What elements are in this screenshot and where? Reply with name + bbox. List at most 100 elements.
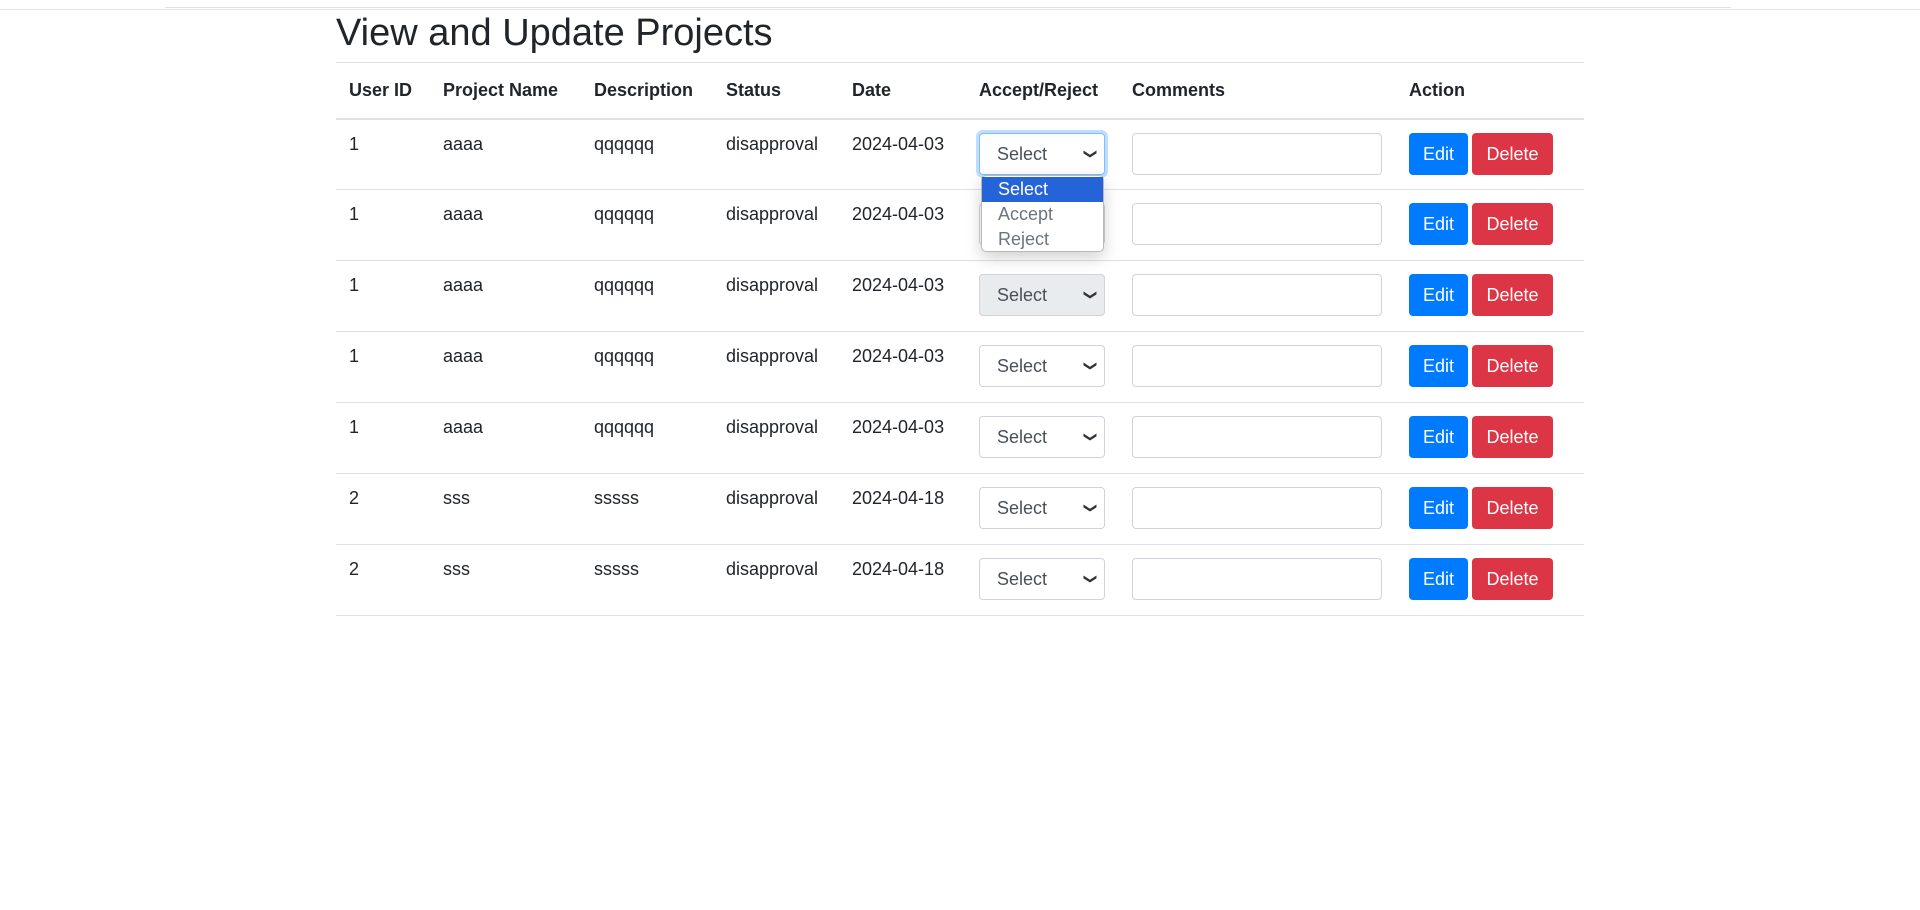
header-comments: Comments — [1119, 62, 1396, 120]
table-row: 2 sss sssss disapproval 2024-04-18 Selec… — [336, 544, 1584, 616]
comment-input[interactable] — [1132, 203, 1382, 245]
delete-button[interactable]: Delete — [1472, 345, 1553, 387]
cell-status: disapproval — [713, 402, 839, 474]
cell-accept-reject: Select ❯ — [966, 260, 1119, 332]
delete-button[interactable]: Delete — [1472, 274, 1553, 316]
cell-status: disapproval — [713, 260, 839, 332]
cell-action: Edit Delete — [1396, 544, 1584, 616]
edit-button[interactable]: Edit — [1409, 558, 1468, 600]
delete-button[interactable]: Delete — [1472, 487, 1553, 529]
cell-user-id: 1 — [336, 260, 430, 332]
cell-description: sssss — [581, 544, 713, 616]
table-row: 2 sss sssss disapproval 2024-04-18 Selec… — [336, 473, 1584, 545]
edit-button[interactable]: Edit — [1409, 203, 1468, 245]
cell-project-name: sss — [430, 473, 581, 545]
table-row: 1 aaaa qqqqqq disapproval 2024-04-03 Sel… — [336, 189, 1584, 261]
delete-button[interactable]: Delete — [1472, 132, 1553, 175]
accept-reject-dropdown-list[interactable]: Select Accept Reject — [981, 175, 1104, 252]
header-status: Status — [713, 62, 839, 120]
select-value: Select — [997, 569, 1048, 589]
header-date: Date — [839, 62, 966, 120]
delete-button[interactable]: Delete — [1472, 416, 1553, 458]
header-accept-reject: Accept/Reject — [966, 62, 1119, 120]
comment-input[interactable] — [1132, 416, 1382, 458]
cell-user-id: 1 — [336, 331, 430, 403]
select-value: Select — [997, 498, 1048, 518]
cell-comments — [1119, 544, 1396, 616]
table-header-row: User ID Project Name Description Status … — [336, 62, 1584, 120]
table-row: 1 aaaa qqqqqq disapproval 2024-04-03 Sel… — [336, 260, 1584, 332]
cell-date: 2024-04-18 — [839, 473, 966, 545]
cell-user-id: 1 — [336, 402, 430, 474]
cell-description: qqqqqq — [581, 402, 713, 474]
main-container: View and Update Projects User ID Project… — [336, 0, 1584, 616]
cell-description: qqqqqq — [581, 118, 713, 190]
delete-button[interactable]: Delete — [1472, 558, 1553, 600]
edit-button[interactable]: Edit — [1409, 345, 1468, 387]
cell-project-name: aaaa — [430, 331, 581, 403]
accept-reject-select[interactable]: Select ❯ — [979, 345, 1105, 387]
header-user-id: User ID — [336, 62, 430, 120]
comment-input[interactable] — [1132, 558, 1382, 600]
cell-status: disapproval — [713, 189, 839, 261]
delete-button[interactable]: Delete — [1472, 203, 1553, 245]
edit-button[interactable]: Edit — [1409, 416, 1468, 458]
comment-input[interactable] — [1132, 274, 1382, 316]
cell-description: qqqqqq — [581, 189, 713, 261]
comment-input[interactable] — [1132, 487, 1382, 529]
projects-table: User ID Project Name Description Status … — [336, 62, 1584, 616]
cell-action: Edit Delete — [1396, 118, 1584, 190]
chevron-down-icon: ❯ — [1083, 573, 1099, 585]
comment-input[interactable] — [1132, 132, 1382, 175]
cell-accept-reject: Select ❯ — [966, 402, 1119, 474]
cell-description: sssss — [581, 473, 713, 545]
cell-accept-reject: Select ❯ — [966, 331, 1119, 403]
accept-reject-select[interactable]: Select ❯ — [979, 274, 1105, 316]
cell-accept-reject: Select ❯ — [966, 473, 1119, 545]
dropdown-option-select[interactable]: Select — [982, 177, 1103, 202]
accept-reject-select[interactable]: Select ❯ — [979, 132, 1105, 175]
cell-date: 2024-04-03 — [839, 402, 966, 474]
table-row: 1 aaaa qqqqqq disapproval 2024-04-03 Sel… — [336, 331, 1584, 403]
cell-comments — [1119, 402, 1396, 474]
header-project-name: Project Name — [430, 62, 581, 120]
cell-comments — [1119, 118, 1396, 190]
cell-action: Edit Delete — [1396, 331, 1584, 403]
cell-action: Edit Delete — [1396, 189, 1584, 261]
cell-date: 2024-04-18 — [839, 544, 966, 616]
dropdown-option-reject[interactable]: Reject — [982, 227, 1103, 252]
accept-reject-select[interactable]: Select ❯ — [979, 416, 1105, 458]
table-body: 1 aaaa qqqqqq disapproval 2024-04-03 Sel… — [336, 118, 1584, 616]
accept-reject-select[interactable]: Select ❯ — [979, 558, 1105, 600]
chevron-down-icon: ❯ — [1083, 148, 1099, 159]
edit-button[interactable]: Edit — [1409, 132, 1468, 175]
comment-input[interactable] — [1132, 345, 1382, 387]
cell-date: 2024-04-03 — [839, 331, 966, 403]
cell-status: disapproval — [713, 544, 839, 616]
chevron-down-icon: ❯ — [1083, 502, 1099, 514]
cell-comments — [1119, 260, 1396, 332]
cell-status: disapproval — [713, 118, 839, 190]
edit-button[interactable]: Edit — [1409, 274, 1468, 316]
chevron-down-icon: ❯ — [1083, 360, 1099, 372]
page-title: View and Update Projects — [336, 12, 773, 54]
cell-comments — [1119, 473, 1396, 545]
cell-user-id: 1 — [336, 118, 430, 190]
cell-description: qqqqqq — [581, 260, 713, 332]
cell-project-name: aaaa — [430, 260, 581, 332]
cell-status: disapproval — [713, 331, 839, 403]
chevron-down-icon: ❯ — [1083, 431, 1099, 443]
dropdown-option-accept[interactable]: Accept — [982, 202, 1103, 227]
cell-date: 2024-04-03 — [839, 260, 966, 332]
accept-reject-select[interactable]: Select ❯ — [979, 487, 1105, 529]
cell-date: 2024-04-03 — [839, 189, 966, 261]
cell-action: Edit Delete — [1396, 402, 1584, 474]
table-row: 1 aaaa qqqqqq disapproval 2024-04-03 Sel… — [336, 402, 1584, 474]
cell-user-id: 2 — [336, 473, 430, 545]
cell-user-id: 2 — [336, 544, 430, 616]
edit-button[interactable]: Edit — [1409, 487, 1468, 529]
cell-accept-reject: Select ❯ — [966, 544, 1119, 616]
table-row: 1 aaaa qqqqqq disapproval 2024-04-03 Sel… — [336, 118, 1584, 190]
select-value: Select — [997, 143, 1048, 164]
cell-project-name: aaaa — [430, 402, 581, 474]
